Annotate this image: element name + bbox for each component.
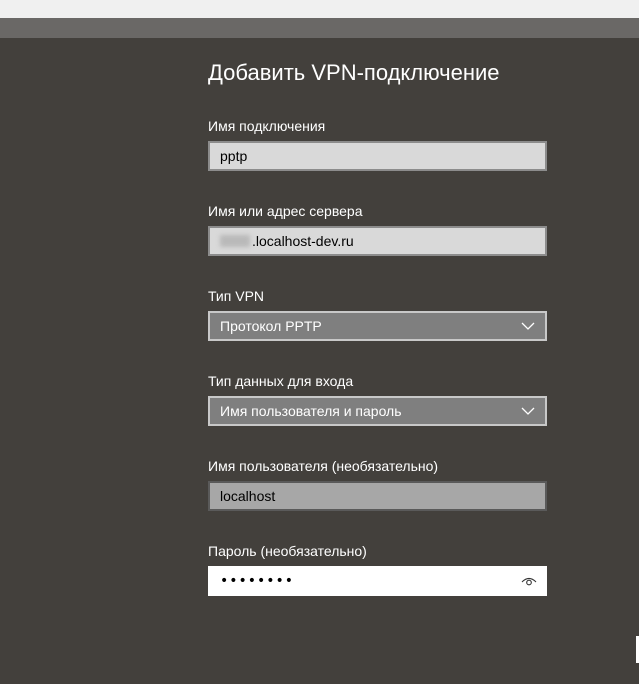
username-label: Имя пользователя (необязательно) (208, 458, 439, 474)
signin-type-label: Тип данных для входа (208, 373, 354, 389)
username-value: localhost (220, 488, 276, 504)
password-input[interactable]: •••••••• (208, 566, 547, 596)
username-input[interactable]: localhost (208, 481, 547, 511)
password-label: Пароль (необязательно) (208, 543, 367, 559)
connection-name-label: Имя подключения (208, 118, 326, 134)
redacted-text (220, 235, 250, 247)
server-value: .localhost-dev.ru (252, 233, 354, 249)
vpn-type-label: Тип VPN (208, 288, 265, 304)
chevron-down-icon (521, 407, 535, 415)
window-top-bar (0, 0, 639, 18)
password-value: •••••••• (220, 573, 295, 589)
chevron-down-icon (521, 322, 535, 330)
eye-icon[interactable] (521, 575, 537, 587)
connection-name-input[interactable]: pptp (208, 141, 547, 171)
connection-name-value: pptp (220, 148, 248, 164)
signin-type-select[interactable]: Имя пользователя и пароль (208, 396, 547, 426)
vpn-type-value: Протокол PPTP (220, 318, 322, 334)
signin-type-value: Имя пользователя и пароль (220, 403, 402, 419)
vpn-type-select[interactable]: Протокол PPTP (208, 311, 547, 341)
backdrop-strip (0, 18, 639, 38)
server-label: Имя или адрес сервера (208, 203, 363, 219)
server-input[interactable]: .localhost-dev.ru (208, 226, 547, 256)
dialog-title: Добавить VPN-подключение (208, 60, 500, 85)
